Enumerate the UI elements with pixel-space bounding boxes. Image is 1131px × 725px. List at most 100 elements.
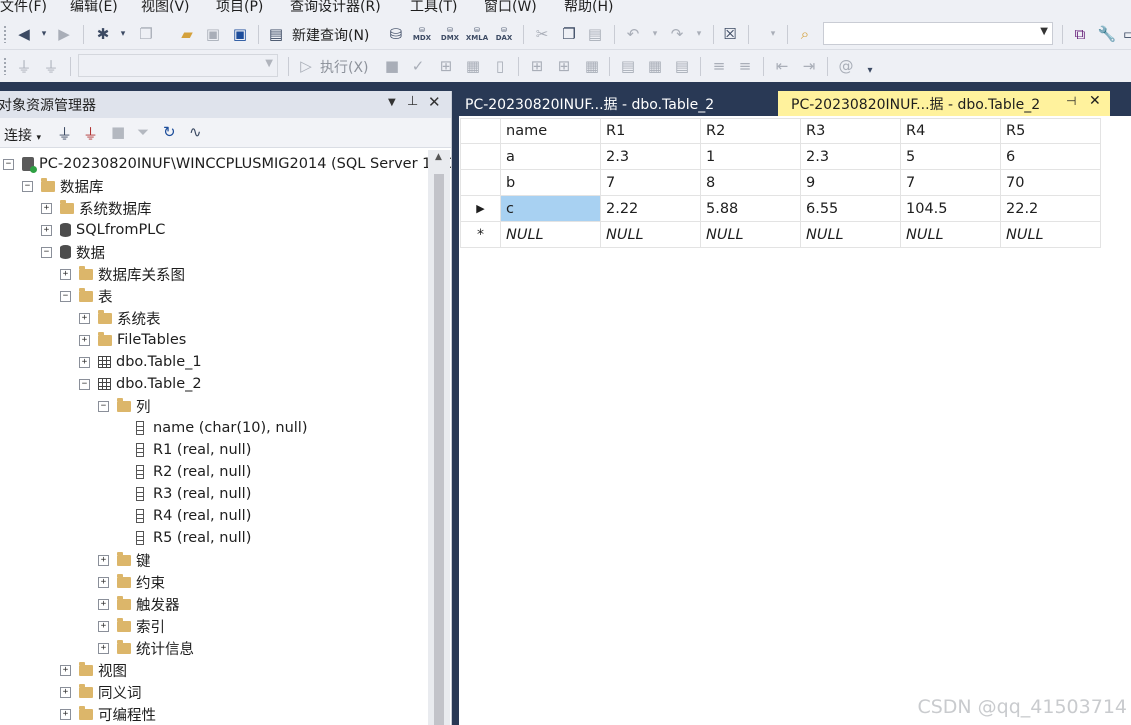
- window-position-dropdown-icon[interactable]: ▼: [388, 97, 396, 108]
- expand-icon[interactable]: +: [60, 664, 71, 676]
- scroll-up-icon[interactable]: ▲: [435, 152, 442, 162]
- tree-node-server[interactable]: − PC-20230820INUF\WINCCPLUSMIG2014 (SQL S…: [3, 153, 451, 175]
- tree-node-table-1[interactable]: + dbo.Table_1: [79, 351, 202, 373]
- grid-cell[interactable]: 5.88: [700, 195, 801, 222]
- find-combo-dropdown-icon[interactable]: ▼: [1040, 26, 1048, 37]
- grid-cell[interactable]: 5: [900, 143, 1001, 170]
- collapse-icon[interactable]: −: [60, 290, 71, 302]
- mdx-query-icon[interactable]: ⛁ MDX: [412, 24, 432, 44]
- tree-node-views[interactable]: + 视图: [60, 659, 127, 681]
- tree-node-diagrams[interactable]: + 数据库关系图: [60, 263, 185, 285]
- dax-query-icon[interactable]: ⛁ DAX: [494, 24, 514, 44]
- connect-button[interactable]: 连接 ▾: [4, 125, 41, 145]
- tree-node-file-tables[interactable]: + FileTables: [79, 329, 186, 351]
- activity-monitor-icon[interactable]: ∿: [189, 123, 202, 141]
- grid-cell-selected[interactable]: c: [500, 195, 601, 222]
- database-engine-query-icon[interactable]: ⛁: [386, 24, 406, 44]
- properties-wrench-icon[interactable]: 🔧: [1097, 24, 1117, 44]
- collapse-icon[interactable]: −: [22, 180, 33, 192]
- tree-node-db-sqlfromplc[interactable]: + SQLfromPLC: [41, 219, 165, 241]
- dmx-query-icon[interactable]: ⛁ DMX: [440, 24, 460, 44]
- grid-cell-null[interactable]: NULL: [900, 221, 1001, 248]
- collapse-icon[interactable]: −: [3, 158, 14, 170]
- expand-icon[interactable]: +: [60, 268, 71, 280]
- expand-icon[interactable]: +: [98, 620, 109, 632]
- expand-icon[interactable]: +: [79, 334, 90, 346]
- tab-table-2-first[interactable]: PC-20230820INUF...据 - dbo.Table_2: [452, 91, 778, 116]
- tree-node-table-2[interactable]: − dbo.Table_2: [79, 373, 202, 395]
- row-header-corner[interactable]: [460, 118, 501, 144]
- scrollbar-thumb[interactable]: [434, 174, 444, 725]
- grid-cell[interactable]: b: [500, 169, 601, 196]
- tree-node-column-r1[interactable]: R1 (real, null): [136, 439, 251, 461]
- grid-cell[interactable]: 6.55: [800, 195, 901, 222]
- expand-icon[interactable]: +: [98, 576, 109, 588]
- toolbar-grip[interactable]: [3, 57, 7, 75]
- expand-icon[interactable]: +: [98, 598, 109, 610]
- grid-cell-null[interactable]: NULL: [500, 221, 601, 248]
- toolbar-grip[interactable]: [3, 25, 7, 43]
- menu-help[interactable]: 帮助(H): [564, 0, 613, 16]
- row-selector[interactable]: [460, 143, 501, 170]
- grid-cell[interactable]: 6: [1000, 143, 1101, 170]
- tree-node-column-r5[interactable]: R5 (real, null): [136, 527, 251, 549]
- column-header-name[interactable]: name: [500, 118, 601, 144]
- collapse-icon[interactable]: −: [98, 400, 109, 412]
- expand-icon[interactable]: +: [79, 356, 90, 368]
- pin-icon[interactable]: ⊥: [407, 94, 418, 109]
- xmla-query-icon[interactable]: ⛁ XMLA: [466, 24, 488, 44]
- tab-close-icon[interactable]: ✕: [1089, 93, 1101, 109]
- grid-cell-null[interactable]: NULL: [700, 221, 801, 248]
- back-icon[interactable]: ◀: [14, 24, 34, 44]
- visual-studio-icon[interactable]: ⧉: [1070, 24, 1090, 44]
- grid-cell[interactable]: a: [500, 143, 601, 170]
- tree-node-column-r3[interactable]: R3 (real, null): [136, 483, 251, 505]
- menu-query-designer[interactable]: 查询设计器(R): [290, 0, 381, 16]
- menu-file[interactable]: 文件(F): [0, 0, 47, 16]
- save-all-icon[interactable]: ▣: [230, 24, 250, 44]
- grid-cell[interactable]: 70: [1000, 169, 1101, 196]
- connect-dropdown-icon[interactable]: ▾: [36, 133, 41, 143]
- tree-node-keys[interactable]: + 键: [98, 549, 151, 571]
- grid-cell[interactable]: 22.2: [1000, 195, 1101, 222]
- column-header-r3[interactable]: R3: [800, 118, 901, 144]
- connect-plug-icon[interactable]: ⏚: [57, 123, 72, 144]
- expand-icon[interactable]: +: [41, 202, 52, 214]
- find-in-files-icon[interactable]: ⌕: [795, 24, 815, 44]
- menu-project[interactable]: 项目(P): [216, 0, 263, 16]
- new-query-icon[interactable]: ▤: [266, 24, 286, 44]
- menu-window[interactable]: 窗口(W): [484, 0, 537, 16]
- close-icon[interactable]: ✕: [428, 93, 441, 111]
- menu-tools[interactable]: 工具(T): [410, 0, 457, 16]
- column-header-r2[interactable]: R2: [700, 118, 801, 144]
- tree-node-column-r4[interactable]: R4 (real, null): [136, 505, 251, 527]
- tree-node-db-data[interactable]: − 数据: [41, 241, 105, 263]
- column-header-r4[interactable]: R4: [900, 118, 1001, 144]
- row-selector[interactable]: [460, 169, 501, 196]
- toolbar-overflow-icon[interactable]: ▾: [860, 60, 880, 80]
- expand-icon[interactable]: +: [79, 312, 90, 324]
- expand-icon[interactable]: +: [41, 224, 52, 236]
- expand-icon[interactable]: +: [60, 708, 71, 720]
- tab-pin-icon[interactable]: ⊣: [1066, 94, 1076, 108]
- grid-cell[interactable]: 7: [900, 169, 1001, 196]
- new-row-marker-icon[interactable]: *: [460, 221, 501, 248]
- collapse-icon[interactable]: −: [79, 378, 90, 390]
- tab-table-2-active[interactable]: PC-20230820INUF...据 - dbo.Table_2 ⊣ ✕: [778, 91, 1110, 116]
- new-query-button[interactable]: 新建查询(N): [292, 25, 369, 45]
- grid-cell-null[interactable]: NULL: [800, 221, 901, 248]
- grid-cell[interactable]: 104.5: [900, 195, 1001, 222]
- collapse-icon[interactable]: −: [41, 246, 52, 258]
- tree-node-databases[interactable]: − 数据库: [22, 175, 104, 197]
- refresh-icon[interactable]: ↻: [163, 123, 176, 141]
- tree-node-column-name[interactable]: name (char(10), null): [136, 417, 307, 439]
- vertical-scrollbar[interactable]: ▲: [428, 150, 450, 725]
- tree-node-columns[interactable]: − 列: [98, 395, 151, 417]
- tree-node-tables[interactable]: − 表: [60, 285, 113, 307]
- grid-cell-null[interactable]: NULL: [600, 221, 701, 248]
- new-project-dropdown-icon[interactable]: ▾: [113, 24, 133, 44]
- tree-node-system-tables[interactable]: + 系统表: [79, 307, 161, 329]
- open-folder-icon[interactable]: ▰: [177, 24, 197, 44]
- disconnect-icon[interactable]: ⏚: [83, 123, 98, 144]
- expand-icon[interactable]: +: [98, 642, 109, 654]
